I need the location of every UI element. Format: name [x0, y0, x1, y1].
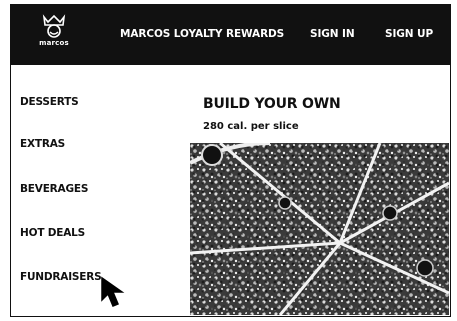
marcos-logo[interactable]: marcos [30, 11, 78, 55]
sidebar-item-extras[interactable]: EXTRAS [20, 138, 65, 150]
pizza-image [190, 143, 449, 315]
pizza-photo [190, 143, 449, 315]
nav-sign-in-link[interactable]: SIGN IN [310, 28, 355, 40]
mouse-pointer-icon [100, 276, 132, 310]
nav-loyalty-rewards-link[interactable]: MARCOS LOYALTY REWARDS [120, 28, 284, 40]
sidebar-item-beverages[interactable]: BEVERAGES [20, 183, 88, 195]
product-calories: 280 cal. per slice [203, 121, 299, 132]
top-navigation-bar: marcos MARCOS LOYALTY REWARDS SIGN IN SI… [10, 4, 451, 65]
logo-wordmark: marcos [39, 39, 69, 47]
nav-sign-up-link[interactable]: SIGN UP [385, 28, 433, 40]
product-title: BUILD YOUR OWN [203, 96, 341, 112]
logo-icon [42, 14, 66, 38]
sidebar-item-fundraisers[interactable]: FUNDRAISERS [20, 271, 102, 283]
sidebar-item-hot-deals[interactable]: HOT DEALS [20, 227, 85, 239]
sidebar-item-desserts[interactable]: DESSERTS [20, 96, 79, 108]
